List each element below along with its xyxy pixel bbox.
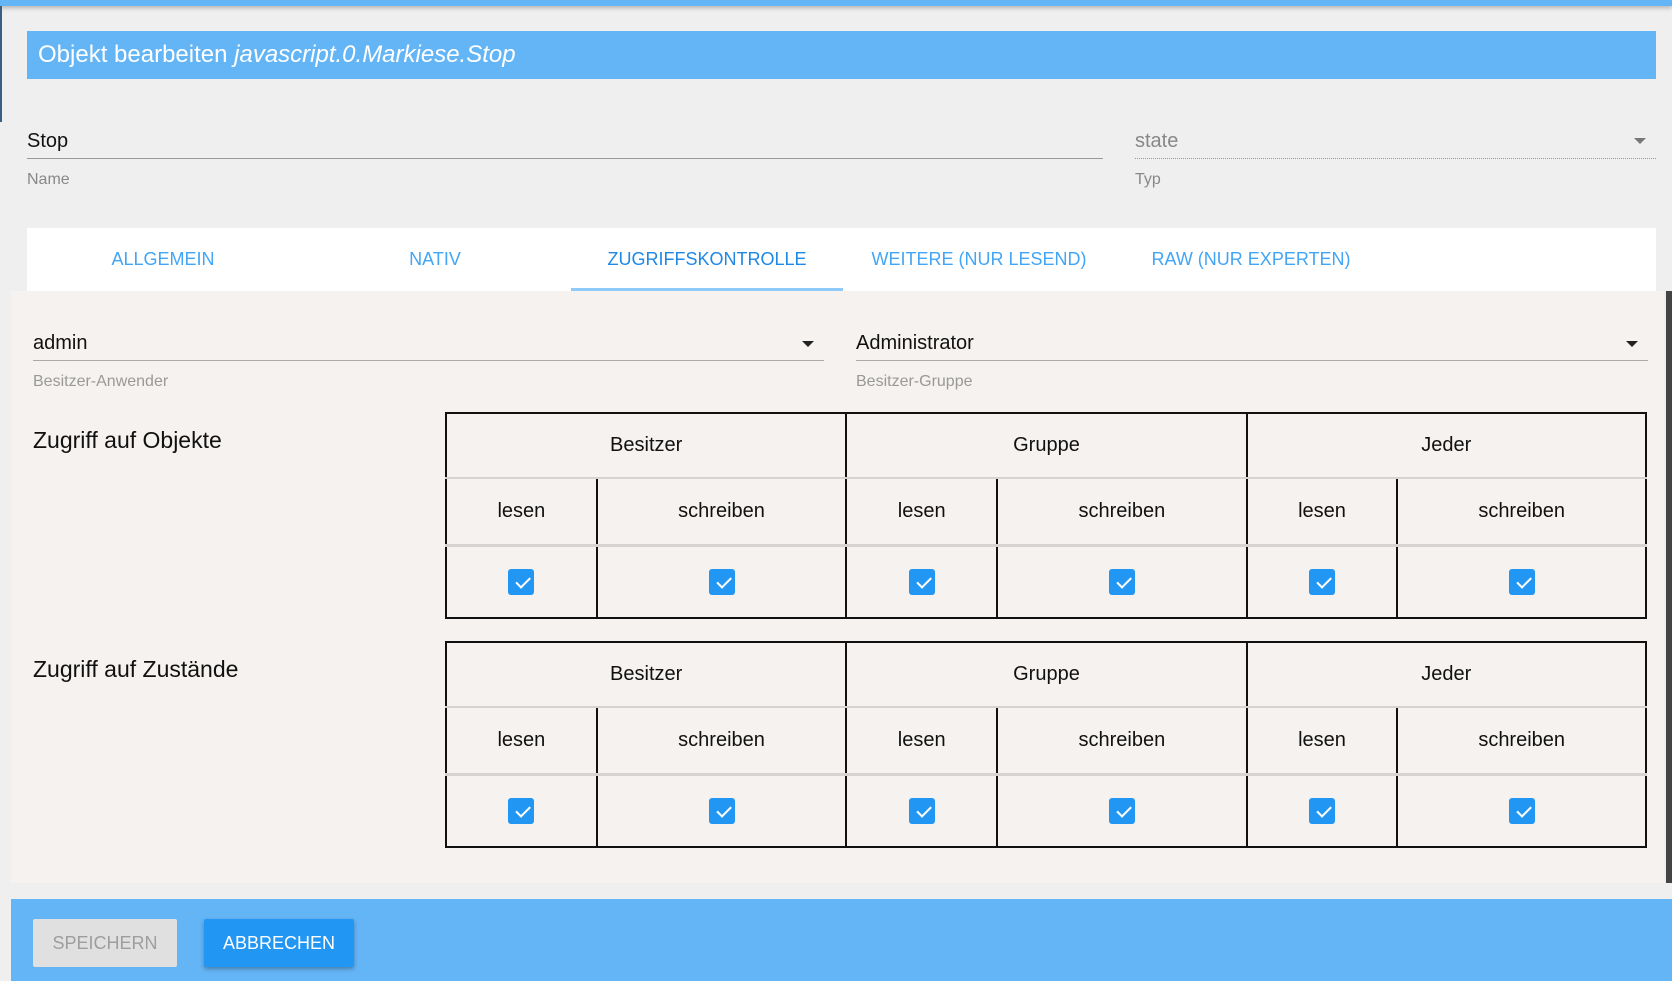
owner-group-underline — [856, 360, 1648, 361]
window-edge — [0, 6, 2, 122]
permission-checkbox[interactable] — [908, 797, 935, 824]
dialog-title: Objekt bearbeiten javascript.0.Markiese.… — [27, 31, 1656, 79]
tab-zugriffskontrolle[interactable]: ZUGRIFFSKONTROLLE — [571, 228, 843, 291]
top-bar — [0, 0, 1672, 6]
permission-checkbox[interactable] — [508, 797, 535, 824]
group-header: Besitzer — [444, 413, 848, 479]
perm-header: lesen — [845, 478, 999, 547]
section-title: Zugriff auf Objekte — [33, 427, 222, 453]
cancel-button[interactable]: ABBRECHEN — [204, 919, 354, 967]
perm-header: lesen — [1245, 707, 1399, 776]
owner-user-value[interactable]: admin — [33, 326, 824, 360]
permissions-table: Besitzer Gruppe Jeder lesen schreiben lesen sc… — [444, 641, 1648, 848]
checkbox-cell — [1245, 545, 1399, 618]
checkbox-cell — [845, 774, 999, 847]
group-header: Jeder — [1245, 413, 1648, 479]
tab-nativ[interactable]: NATIV — [299, 228, 571, 291]
perm-header: schreiben — [595, 707, 848, 776]
dropdown-arrow-icon[interactable] — [1626, 341, 1638, 347]
permission-checkbox[interactable] — [1508, 797, 1535, 824]
tab-weitere[interactable]: WEITERE (NUR LESEND) — [843, 228, 1115, 291]
checkbox-cell — [1396, 545, 1647, 618]
checkbox-cell — [445, 545, 598, 618]
owner-group-select[interactable]: Administrator Besitzer-Gruppe — [856, 326, 1648, 391]
permission-checkbox[interactable] — [1108, 797, 1135, 824]
permission-checkbox[interactable] — [708, 797, 735, 824]
scrollbar[interactable] — [1666, 291, 1672, 883]
tab-allgemein[interactable]: ALLGEMEIN — [27, 228, 299, 291]
type-label: Typ — [1135, 171, 1161, 188]
perm-header: schreiben — [595, 478, 848, 547]
name-underline — [27, 158, 1103, 159]
object-id: javascript.0.Markiese.Stop — [234, 41, 516, 68]
type-underline — [1135, 158, 1656, 159]
group-header: Jeder — [1245, 642, 1648, 708]
group-header: Gruppe — [845, 413, 1248, 479]
type-value[interactable]: state — [1135, 124, 1656, 158]
section-title: Zugriff auf Zustände — [33, 656, 239, 682]
name-field[interactable]: Stop Name — [27, 124, 1103, 189]
checkbox-cell — [845, 545, 999, 618]
owner-group-value[interactable]: Administrator — [856, 326, 1648, 360]
name-input[interactable]: Stop — [27, 124, 1103, 158]
perm-header: lesen — [445, 707, 598, 776]
checkbox-cell — [1245, 774, 1399, 847]
owner-user-label: Besitzer-Anwender — [33, 373, 169, 390]
title-prefix: Objekt bearbeiten — [38, 41, 228, 68]
tab-bar: ALLGEMEIN NATIV ZUGRIFFSKONTROLLE WEITER… — [27, 228, 1656, 291]
perm-header: schreiben — [996, 707, 1248, 776]
group-header: Besitzer — [444, 642, 848, 708]
checkbox-cell — [595, 545, 848, 618]
permission-checkbox[interactable] — [1108, 568, 1135, 595]
owner-user-underline — [33, 360, 824, 361]
permission-checkbox[interactable] — [508, 568, 535, 595]
permission-checkbox[interactable] — [1308, 568, 1335, 595]
perm-header: lesen — [445, 478, 598, 547]
checkbox-cell — [996, 774, 1248, 847]
checkbox-cell — [996, 545, 1248, 618]
save-button[interactable]: SPEICHERN — [33, 919, 177, 967]
type-select[interactable]: state Typ — [1135, 124, 1656, 189]
owner-user-select[interactable]: admin Besitzer-Anwender — [33, 326, 824, 391]
perm-header: lesen — [1245, 478, 1399, 547]
checkbox-cell — [595, 774, 848, 847]
dialog-footer: SPEICHERN ABBRECHEN — [11, 899, 1672, 981]
permissions-table: Besitzer Gruppe Jeder lesen schreiben lesen sc… — [444, 412, 1648, 619]
permission-checkbox[interactable] — [708, 568, 735, 595]
owner-group-label: Besitzer-Gruppe — [856, 373, 973, 390]
group-header: Gruppe — [845, 642, 1248, 708]
perm-header: schreiben — [1396, 478, 1647, 547]
permission-checkbox[interactable] — [908, 568, 935, 595]
tab-raw[interactable]: RAW (NUR EXPERTEN) — [1115, 228, 1387, 291]
name-label: Name — [27, 171, 70, 188]
checkbox-cell — [445, 774, 598, 847]
permission-checkbox[interactable] — [1308, 797, 1335, 824]
perm-header: lesen — [845, 707, 999, 776]
permission-checkbox[interactable] — [1508, 568, 1535, 595]
perm-header: schreiben — [996, 478, 1248, 547]
checkbox-cell — [1396, 774, 1647, 847]
dropdown-arrow-icon[interactable] — [1634, 138, 1646, 144]
dropdown-arrow-icon[interactable] — [802, 341, 814, 347]
perm-header: schreiben — [1396, 707, 1647, 776]
